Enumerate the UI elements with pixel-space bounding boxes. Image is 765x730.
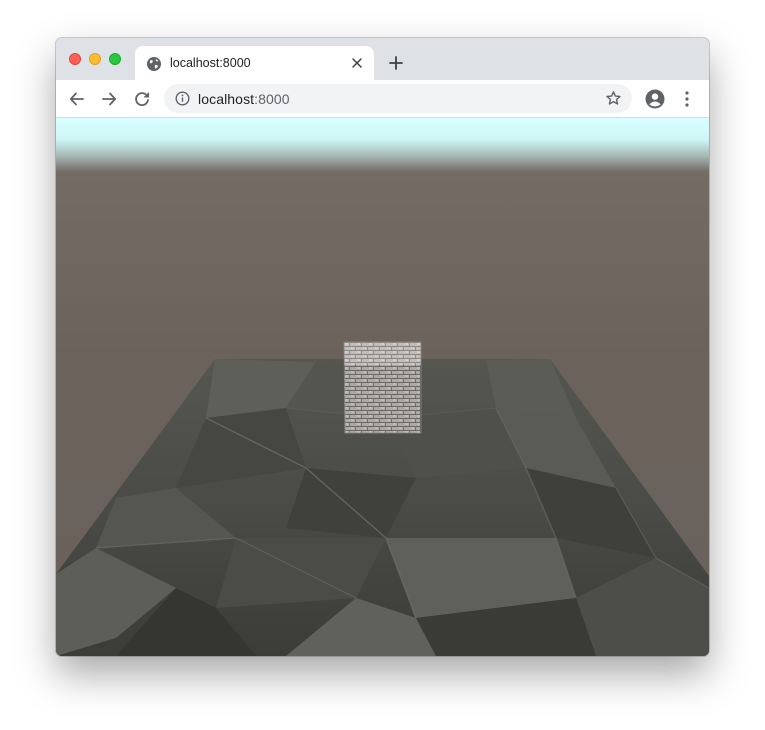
window-maximize-button[interactable] bbox=[109, 53, 121, 65]
close-icon[interactable] bbox=[351, 57, 363, 69]
vertical-dots-icon[interactable] bbox=[683, 90, 691, 108]
star-icon[interactable] bbox=[605, 90, 622, 107]
tab-localhost[interactable]: localhost:8000 bbox=[135, 46, 374, 80]
globe-icon bbox=[147, 57, 161, 71]
reload-icon[interactable] bbox=[133, 90, 151, 108]
stone-cube bbox=[343, 341, 422, 434]
window-close-button[interactable] bbox=[69, 53, 81, 65]
arrow-right-icon[interactable] bbox=[100, 90, 118, 108]
url-host: localhost bbox=[198, 91, 255, 107]
browser-window: localhost:8000 localhost:8000 bbox=[56, 38, 709, 656]
arrow-left-icon[interactable] bbox=[68, 90, 86, 108]
info-icon[interactable] bbox=[175, 91, 190, 106]
url-port: :8000 bbox=[254, 91, 290, 107]
browser-toolbar: localhost:8000 bbox=[56, 80, 709, 118]
account-circle-icon[interactable] bbox=[645, 89, 665, 109]
tab-strip: localhost:8000 bbox=[56, 38, 709, 80]
url-text[interactable]: localhost:8000 bbox=[198, 91, 290, 107]
scene-render bbox=[56, 118, 709, 656]
address-bar[interactable]: localhost:8000 bbox=[164, 84, 632, 113]
tab-title: localhost:8000 bbox=[170, 56, 251, 70]
window-minimize-button[interactable] bbox=[89, 53, 101, 65]
webgl-canvas[interactable] bbox=[56, 118, 709, 656]
plus-icon[interactable] bbox=[388, 55, 404, 71]
